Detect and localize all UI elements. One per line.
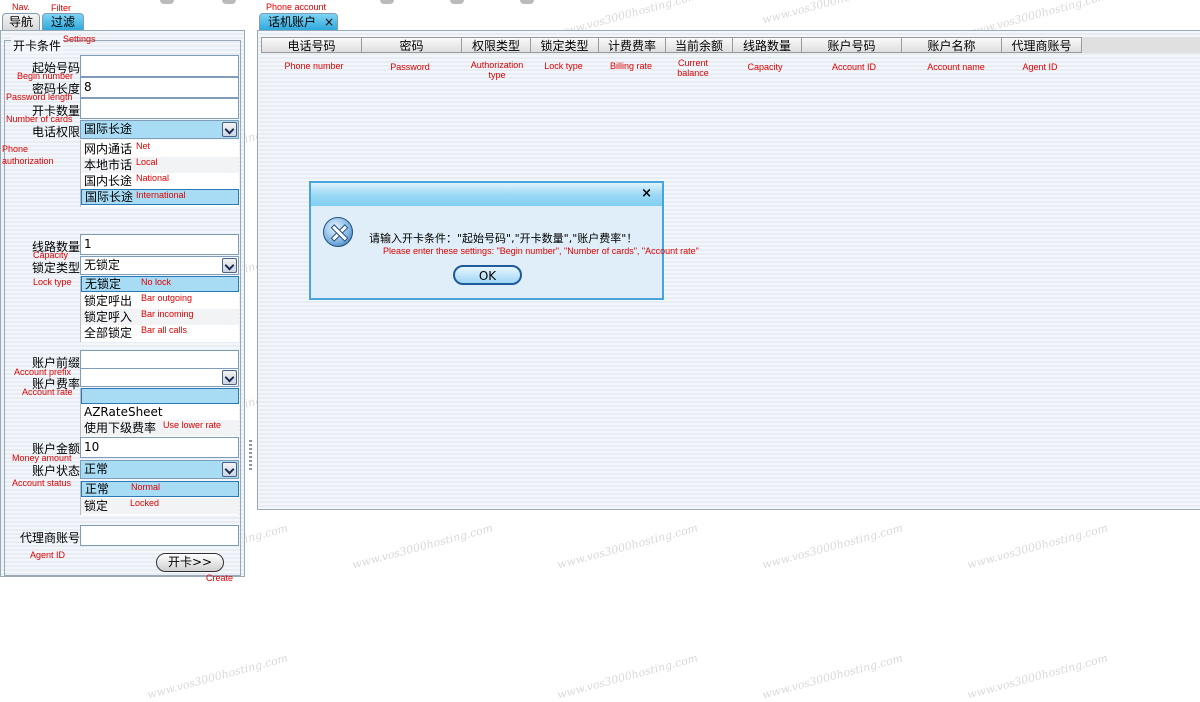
phone-authorization-select[interactable]: 国际长途 bbox=[80, 120, 239, 139]
agent-id-input[interactable] bbox=[80, 525, 239, 546]
column-annotation: Phone number bbox=[284, 61, 344, 71]
column-header-capacity[interactable]: 线路数量 bbox=[732, 37, 802, 53]
column-annotation: Password bbox=[390, 62, 430, 72]
tab-filter[interactable]: 过滤 bbox=[42, 13, 84, 30]
column-annotation: Current balance bbox=[677, 58, 709, 78]
column-annotation: Capacity bbox=[747, 62, 783, 72]
splitter-handle[interactable] bbox=[249, 440, 252, 470]
list-item[interactable]: 本地市话 Local bbox=[81, 157, 239, 173]
close-icon[interactable]: × bbox=[324, 14, 334, 30]
money-amount-input[interactable]: 10 bbox=[80, 437, 239, 458]
account-status-label: 账户状态 bbox=[31, 464, 80, 478]
create-annotation: Create bbox=[206, 573, 234, 583]
column-annotation: Authorization type bbox=[470, 60, 524, 80]
number-of-cards-input[interactable] bbox=[80, 98, 239, 119]
column-header-agent-id[interactable]: 代理商账号 bbox=[1001, 37, 1082, 53]
list-item[interactable]: 锁定呼出 Bar outgoing bbox=[81, 293, 239, 309]
chevron-down-icon[interactable] bbox=[222, 370, 237, 385]
dialog-message-annotation: Please enter these settings: "Begin numb… bbox=[383, 246, 699, 256]
watermark: www.vos3000hosting.com bbox=[555, 651, 700, 702]
account-status-selected: 正常 bbox=[84, 462, 109, 476]
ok-button[interactable]: OK bbox=[453, 265, 522, 285]
watermark: www.vos3000hosting.com bbox=[760, 521, 905, 572]
list-item[interactable]: 锁定呼入 Bar incoming bbox=[81, 309, 239, 325]
agent-id-annotation: Agent ID bbox=[30, 550, 66, 560]
column-header-account-id[interactable]: 账户号码 bbox=[801, 37, 902, 53]
chevron-down-icon[interactable] bbox=[222, 462, 237, 477]
capacity-input[interactable]: 1 bbox=[80, 234, 239, 255]
column-annotation: Billing rate bbox=[609, 61, 653, 71]
phone-authorization-selected: 国际长途 bbox=[84, 122, 133, 136]
account-status-list: 正常 Normal 锁定 Locked bbox=[80, 481, 239, 515]
list-item[interactable]: 全部锁定 Bar all calls bbox=[81, 325, 239, 341]
column-header-account-name[interactable]: 账户名称 bbox=[901, 37, 1002, 53]
account-status-annotation: Account status bbox=[12, 478, 72, 488]
chevron-down-icon[interactable] bbox=[222, 122, 237, 137]
toolbar-icon[interactable] bbox=[450, 0, 464, 4]
agent-id-label: 代理商账号 bbox=[19, 531, 80, 545]
watermark: www.vos3000hosting.com bbox=[965, 521, 1110, 572]
lock-type-annotation: Lock type bbox=[33, 277, 72, 287]
password-length-annotation: Password length bbox=[6, 92, 73, 102]
phone-authorization-label: 电话权限 bbox=[31, 125, 80, 139]
chevron-down-icon[interactable] bbox=[222, 258, 237, 273]
table-header-filler bbox=[1081, 37, 1200, 53]
toolbar-icon[interactable] bbox=[520, 0, 534, 4]
toolbar-icon[interactable] bbox=[222, 0, 236, 4]
column-annotation: Account ID bbox=[831, 62, 877, 72]
list-item[interactable]: 使用下级费率 Use lower rate bbox=[81, 420, 239, 436]
error-dialog: × 请输入开卡条件："起始号码","开卡数量","账户费率"！ Please e… bbox=[309, 181, 699, 300]
list-item-selected[interactable]: 国际长途 International bbox=[81, 189, 239, 205]
watermark: www.vos3000hosting.com bbox=[760, 0, 905, 27]
column-header-password[interactable]: 密码 bbox=[361, 37, 462, 53]
tab-phone-account-label: 话机账户 bbox=[268, 15, 317, 29]
list-item[interactable]: 网内通话 Net bbox=[81, 141, 239, 157]
begin-number-input[interactable] bbox=[80, 55, 239, 77]
column-annotation: Account name bbox=[927, 62, 985, 72]
watermark: www.vos3000hosting.com bbox=[760, 651, 905, 702]
column-header-lock-type[interactable]: 锁定类型 bbox=[530, 37, 599, 53]
dialog-title-bar[interactable]: × bbox=[311, 183, 662, 206]
list-item-selected[interactable] bbox=[81, 388, 239, 404]
phone-authorization-annotation: Phone authorization bbox=[2, 144, 54, 166]
lock-type-select[interactable]: 无锁定 bbox=[80, 256, 239, 275]
filter-annotation: Filter bbox=[51, 3, 71, 13]
tab-nav[interactable]: 导航 bbox=[2, 13, 40, 30]
column-header-phone-number[interactable]: 电话号码 bbox=[261, 37, 362, 53]
password-length-input[interactable]: 8 bbox=[80, 77, 239, 98]
account-rate-annotation: Account rate bbox=[22, 387, 73, 397]
settings-group-title: 开卡条件 bbox=[11, 37, 64, 54]
account-status-select[interactable]: 正常 bbox=[80, 460, 239, 479]
column-header-current-balance[interactable]: 当前余额 bbox=[665, 37, 733, 53]
list-item[interactable]: 锁定 Locked bbox=[81, 498, 239, 514]
nav-annotation: Nav. bbox=[12, 2, 30, 12]
list-item-selected[interactable]: 无锁定 No lock bbox=[81, 276, 239, 292]
phone-account-annotation: Phone account bbox=[266, 2, 327, 12]
column-annotation: Agent ID bbox=[1022, 62, 1058, 72]
column-annotation: Lock type bbox=[544, 61, 583, 71]
list-item[interactable]: 国内长途 National bbox=[81, 173, 239, 189]
column-header-billing-rate[interactable]: 计费费率 bbox=[598, 37, 666, 53]
lock-type-list: 无锁定 No lock 锁定呼出 Bar outgoing 锁定呼入 Bar inco… bbox=[80, 276, 239, 342]
settings-annotation: Settings bbox=[63, 34, 96, 44]
create-button[interactable]: 开卡>> bbox=[156, 553, 224, 572]
toolbar-icon[interactable] bbox=[380, 0, 394, 4]
watermark: www.vos3000hosting.com bbox=[350, 521, 495, 572]
list-item[interactable]: AZRateSheet bbox=[81, 404, 239, 420]
close-icon[interactable]: × bbox=[641, 186, 652, 201]
list-item-selected[interactable]: 正常 Normal bbox=[81, 481, 239, 497]
account-rate-list: AZRateSheet 使用下级费率 Use lower rate bbox=[80, 388, 239, 437]
account-rate-select[interactable] bbox=[80, 368, 239, 387]
watermark: www.vos3000hosting.com bbox=[145, 651, 290, 702]
lock-type-label: 锁定类型 bbox=[31, 261, 80, 275]
lock-type-selected: 无锁定 bbox=[84, 258, 121, 272]
error-icon bbox=[323, 217, 353, 247]
dialog-message: 请输入开卡条件："起始号码","开卡数量","账户费率"！ bbox=[369, 232, 638, 245]
phone-authorization-list: 网内通话 Net 本地市话 Local 国内长途 National 国际长途 Inter… bbox=[80, 140, 239, 207]
watermark: www.vos3000hosting.com bbox=[555, 521, 700, 572]
tab-phone-account[interactable]: 话机账户 × bbox=[259, 13, 338, 30]
toolbar-icon[interactable] bbox=[160, 0, 174, 4]
watermark: www.vos3000hosting.com bbox=[965, 651, 1110, 702]
column-header-authorization-type[interactable]: 权限类型 bbox=[461, 37, 531, 53]
